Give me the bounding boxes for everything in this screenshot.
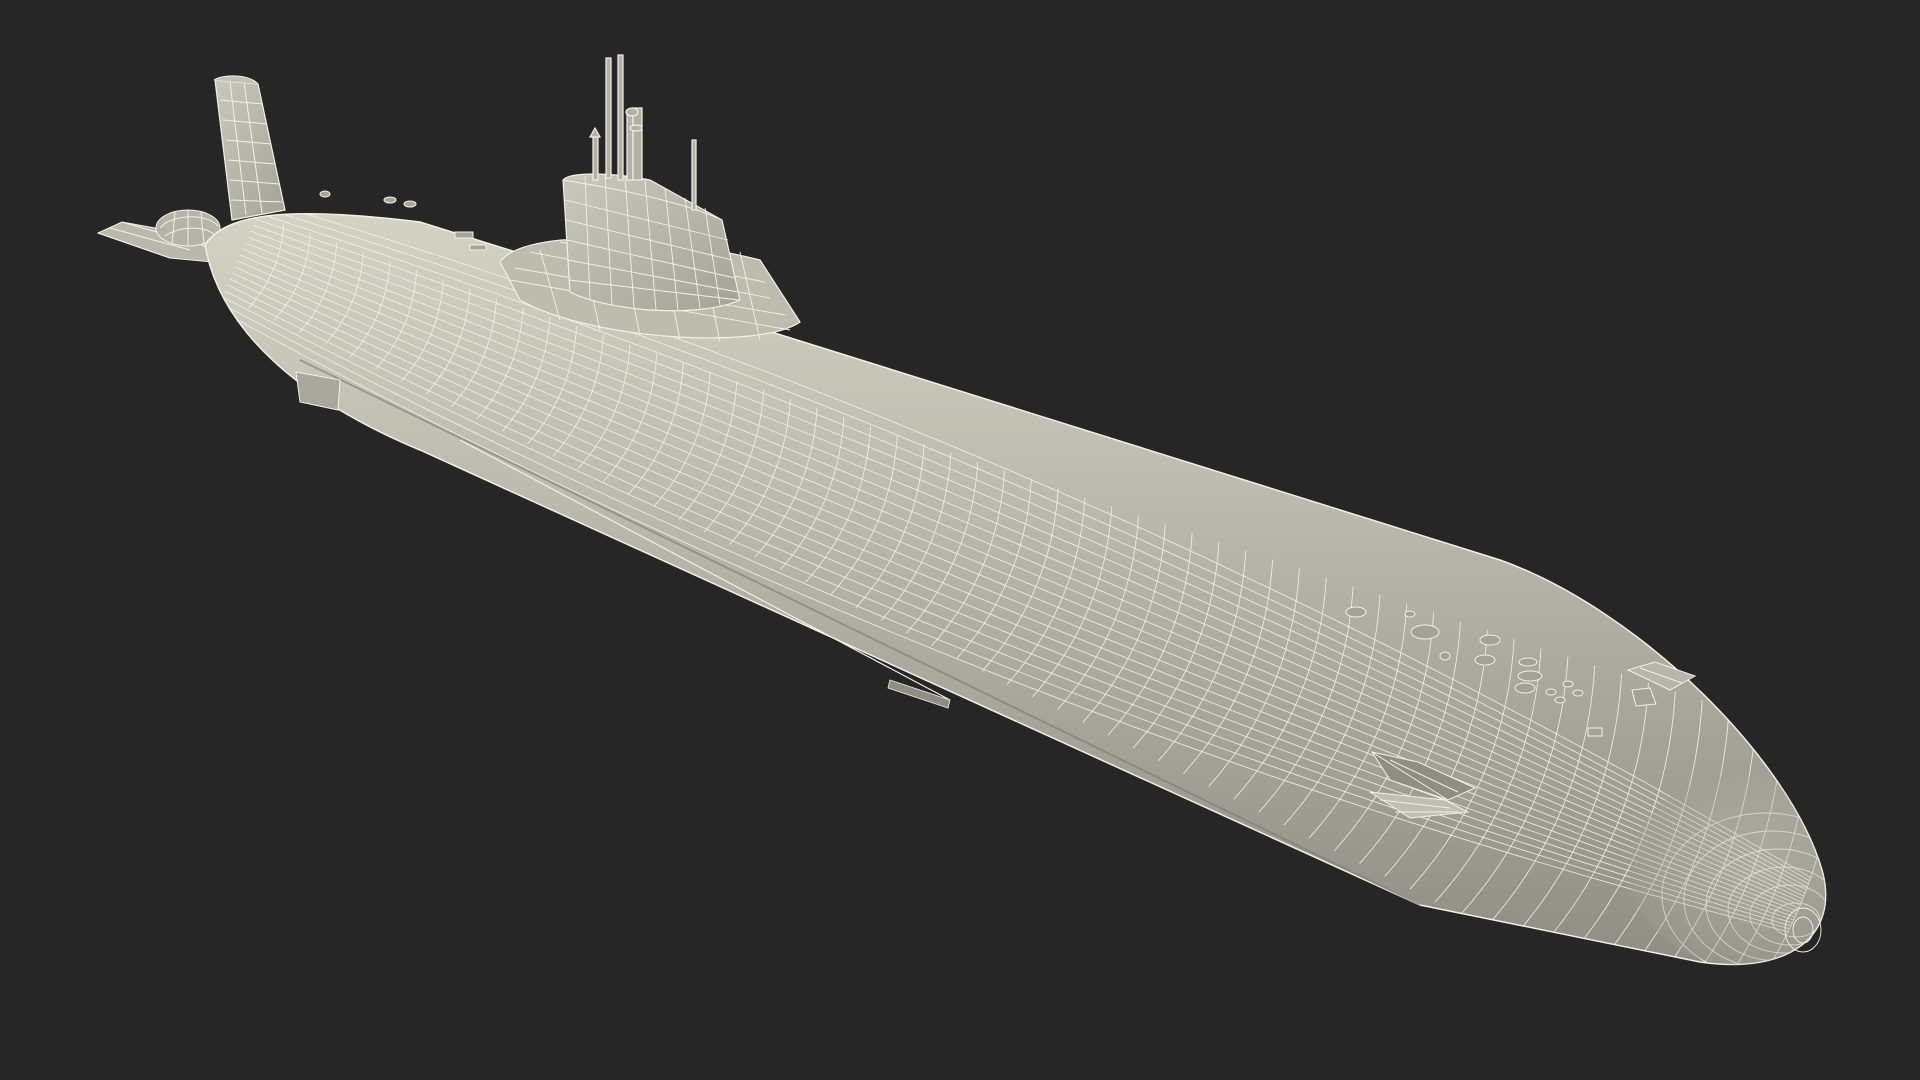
submarine-render-viewport — [0, 0, 1920, 1080]
